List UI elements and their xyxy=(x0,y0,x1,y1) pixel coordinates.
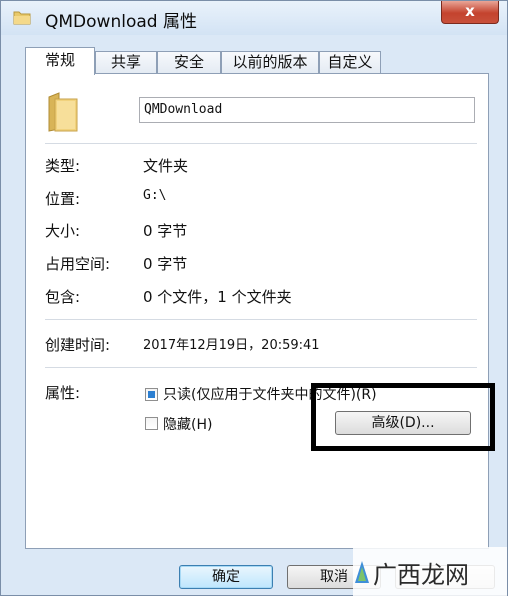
close-button[interactable]: x xyxy=(441,1,499,24)
readonly-checkbox[interactable] xyxy=(145,388,158,401)
window-title: QMDownload 属性 xyxy=(45,12,197,32)
separator xyxy=(45,367,477,368)
contains-label: 包含: xyxy=(45,288,81,306)
hidden-label: 隐藏(H) xyxy=(163,417,213,433)
tab-sharing[interactable]: 共享 xyxy=(95,51,157,73)
separator xyxy=(45,319,477,320)
type-value: 文件夹 xyxy=(143,157,189,175)
folder-name-input[interactable]: QMDownload xyxy=(139,97,475,123)
tab-customize[interactable]: 自定义 xyxy=(319,51,381,73)
attributes-label: 属性: xyxy=(45,384,81,402)
size-on-disk-value: 0 字节 xyxy=(143,255,188,273)
location-label: 位置: xyxy=(45,190,81,208)
created-value: 2017年12月19日，20:59:41 xyxy=(143,338,320,353)
title-bar[interactable]: QMDownload 属性 x xyxy=(1,1,507,35)
type-label: 类型: xyxy=(45,157,81,175)
ok-button[interactable]: 确定 xyxy=(179,565,273,589)
folder-icon xyxy=(13,11,31,25)
folder-icon xyxy=(48,92,78,132)
properties-window: QMDownload 属性 x 常规 共享 安全 以前的版本 自定义 QMDow… xyxy=(0,0,508,597)
general-panel xyxy=(25,73,489,549)
watermark-logo-icon xyxy=(355,561,369,583)
tab-security[interactable]: 安全 xyxy=(157,51,221,73)
tab-previous-versions[interactable]: 以前的版本 xyxy=(221,51,319,73)
size-value: 0 字节 xyxy=(143,222,188,240)
size-on-disk-label: 占用空间: xyxy=(45,255,111,273)
hidden-checkbox[interactable] xyxy=(145,417,158,430)
size-label: 大小: xyxy=(45,222,81,240)
watermark-text: 广西龙网 xyxy=(373,561,469,589)
created-label: 创建时间: xyxy=(45,336,111,354)
highlight-box xyxy=(311,383,495,451)
watermark: 广西龙网 xyxy=(353,547,507,597)
contains-value: 0 个文件，1 个文件夹 xyxy=(143,288,292,306)
separator xyxy=(45,143,477,144)
location-value: G:\ xyxy=(143,188,167,203)
tab-general[interactable]: 常规 xyxy=(25,47,95,75)
